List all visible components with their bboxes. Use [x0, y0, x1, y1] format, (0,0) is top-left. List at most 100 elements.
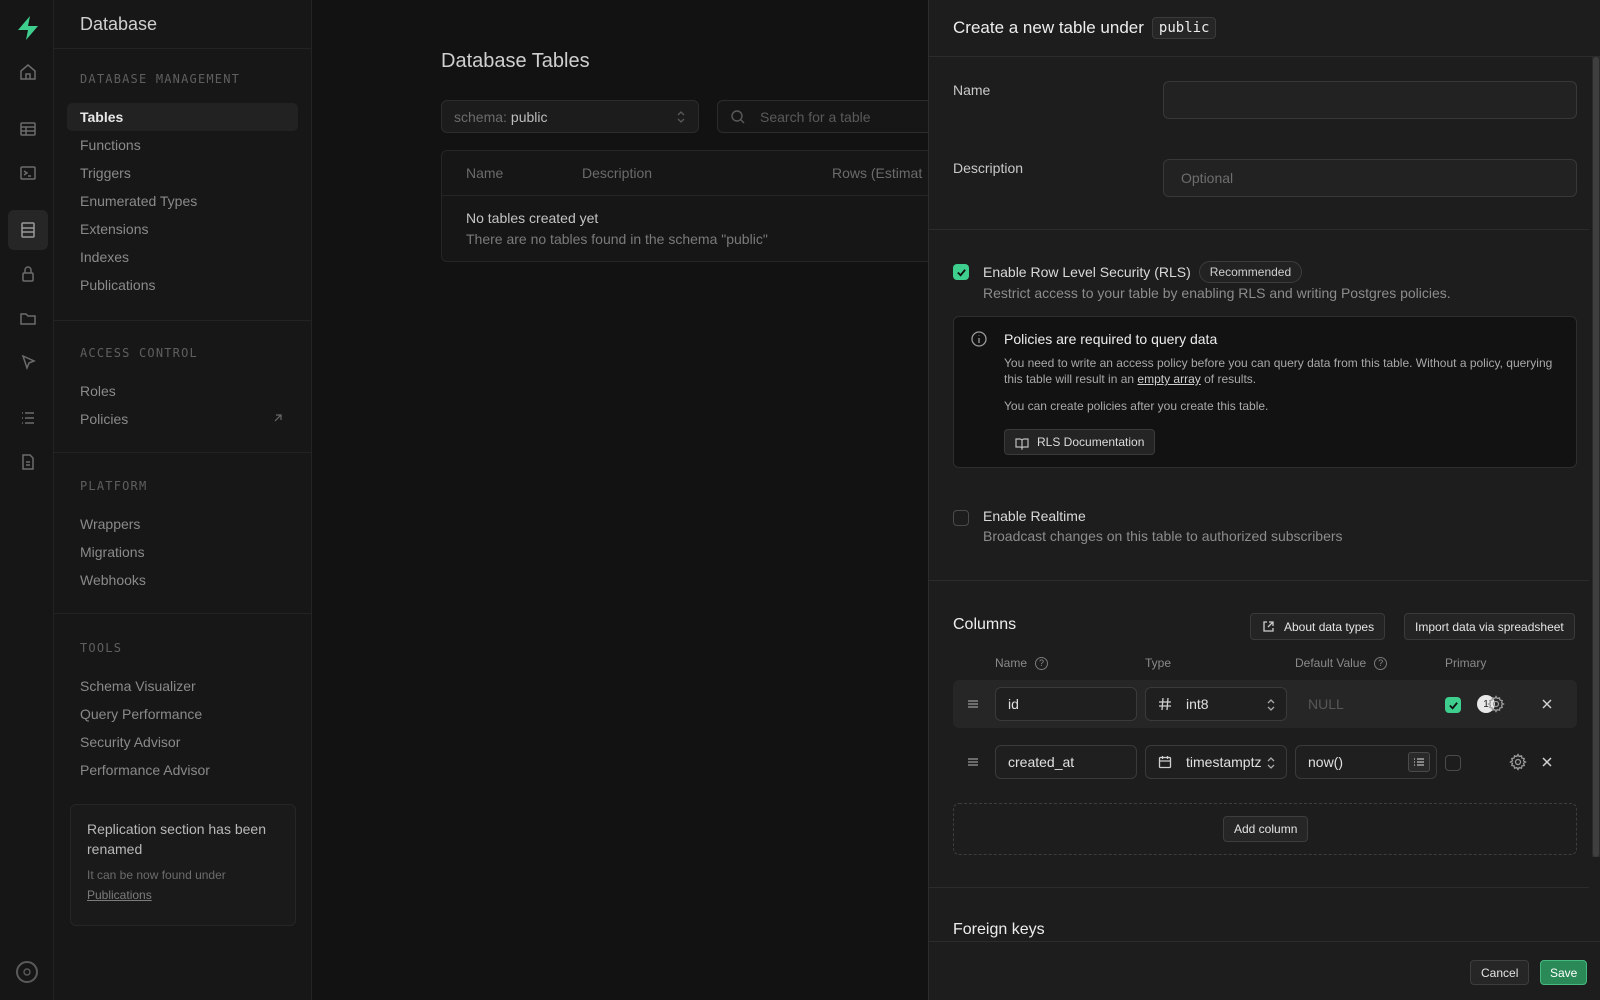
- import-spreadsheet-button[interactable]: Import data via spreadsheet: [1404, 613, 1575, 640]
- gear-icon[interactable]: [1487, 695, 1505, 713]
- sql-editor-icon[interactable]: [8, 153, 48, 193]
- primary-key-checkbox[interactable]: [1445, 697, 1461, 713]
- database-sidebar: Database DATABASE MANAGEMENT Tables Func…: [54, 0, 312, 1000]
- table-description-input[interactable]: Optional: [1163, 159, 1577, 197]
- column-type-select[interactable]: int8: [1145, 687, 1287, 721]
- reports-icon[interactable]: [8, 442, 48, 482]
- panel-header: Create a new table under public: [929, 0, 1600, 57]
- panel-title: Create a new table under: [953, 18, 1144, 37]
- sidebar-item-migrations[interactable]: Migrations: [67, 538, 298, 566]
- about-data-types-button[interactable]: About data types: [1250, 613, 1386, 640]
- divider: [54, 613, 311, 614]
- sidebar-section-tools: TOOLS Schema Visualizer Query Performanc…: [54, 641, 311, 784]
- column-header-name: Name: [466, 165, 504, 181]
- sidebar-item-wrappers[interactable]: Wrappers: [67, 510, 298, 538]
- column-row: id int8 NULL 1: [953, 680, 1577, 728]
- hash-icon: [1159, 697, 1171, 711]
- recommended-badge: Recommended: [1198, 261, 1303, 283]
- empty-array-link[interactable]: empty array: [1137, 372, 1200, 386]
- sidebar-item-roles[interactable]: Roles: [67, 377, 298, 405]
- auth-lock-icon[interactable]: [8, 254, 48, 294]
- sidebar-item-schema-visualizer[interactable]: Schema Visualizer: [67, 672, 298, 700]
- chevron-up-down-icon: [677, 111, 685, 123]
- col-header-type: Type: [1145, 656, 1172, 670]
- storage-icon[interactable]: [8, 298, 48, 338]
- table-editor-icon[interactable]: [8, 109, 48, 149]
- col-header-name: Name?: [995, 656, 1049, 670]
- sidebar-item-policies[interactable]: Policies: [67, 405, 298, 433]
- supabase-logo-icon[interactable]: [16, 15, 40, 41]
- sidebar-item-publications[interactable]: Publications: [67, 271, 298, 299]
- chevron-up-down-icon: [1267, 757, 1275, 769]
- sidebar-item-extensions[interactable]: Extensions: [67, 215, 298, 243]
- remove-column-icon[interactable]: [1540, 697, 1554, 711]
- drag-handle-icon[interactable]: [966, 697, 980, 711]
- rls-checkbox[interactable]: [953, 264, 969, 280]
- sidebar-item-indexes[interactable]: Indexes: [67, 243, 298, 271]
- rls-documentation-button[interactable]: RLS Documentation: [1004, 429, 1156, 455]
- sidebar-item-triggers[interactable]: Triggers: [67, 159, 298, 187]
- gear-icon[interactable]: [1509, 753, 1527, 771]
- home-icon[interactable]: [8, 52, 48, 92]
- cancel-button[interactable]: Cancel: [1470, 960, 1530, 985]
- sidebar-item-query-performance[interactable]: Query Performance: [67, 700, 298, 728]
- primary-key-checkbox[interactable]: [1445, 755, 1461, 771]
- panel-scrollbar[interactable]: [1592, 57, 1600, 857]
- schema-chip: public: [1151, 17, 1217, 39]
- name-label: Name: [953, 82, 991, 98]
- divider: [54, 320, 311, 321]
- scrollbar-thumb[interactable]: [1593, 57, 1599, 857]
- remove-column-icon[interactable]: [1540, 755, 1554, 769]
- sidebar-item-functions[interactable]: Functions: [67, 131, 298, 159]
- save-button[interactable]: Save: [1540, 960, 1588, 985]
- help-icon[interactable]: ?: [1374, 656, 1388, 670]
- tables-list: Name Description Rows (Estimat No tables…: [441, 150, 961, 262]
- rls-description: Restrict access to your table by enablin…: [983, 285, 1451, 301]
- chevron-up-down-icon: [1267, 699, 1275, 711]
- drag-handle-icon[interactable]: [966, 755, 980, 769]
- sidebar-title: Database: [54, 0, 311, 49]
- replication-notice: Replication section has been renamed It …: [70, 804, 296, 926]
- create-table-panel: Create a new table under public Name Des…: [928, 0, 1600, 1000]
- default-suggestions-button[interactable]: [1408, 752, 1430, 772]
- divider: [54, 452, 311, 453]
- sidebar-item-enumerated-types[interactable]: Enumerated Types: [67, 187, 298, 215]
- sidebar-item-tables[interactable]: Tables: [67, 103, 298, 131]
- column-default-input[interactable]: now(): [1295, 745, 1437, 779]
- notice-title: Replication section has been renamed: [87, 821, 267, 857]
- section-title: TOOLS: [80, 641, 123, 655]
- realtime-checkbox[interactable]: [953, 510, 969, 526]
- column-type-select[interactable]: timestamptz: [1145, 745, 1287, 779]
- column-name-input[interactable]: id: [995, 687, 1137, 721]
- foreign-keys-title: Foreign keys: [953, 921, 1045, 938]
- section-title: DATABASE MANAGEMENT: [80, 72, 241, 86]
- policies-alert: Policies are required to query data You …: [953, 316, 1577, 468]
- column-name-input[interactable]: created_at: [995, 745, 1137, 779]
- column-default-input[interactable]: NULL: [1295, 687, 1437, 721]
- publications-link[interactable]: Publications: [87, 888, 152, 902]
- section-title: PLATFORM: [80, 479, 148, 493]
- info-icon: [971, 331, 987, 347]
- table-name-input[interactable]: [1163, 81, 1577, 119]
- logs-icon[interactable]: [8, 398, 48, 438]
- search-icon: [731, 110, 745, 124]
- external-link-icon: [274, 414, 282, 422]
- user-avatar[interactable]: [16, 961, 38, 983]
- add-column-area: Add column: [953, 803, 1577, 855]
- check-icon: [956, 268, 966, 277]
- sidebar-section-platform: PLATFORM Wrappers Migrations Webhooks: [54, 479, 311, 594]
- help-icon[interactable]: ?: [1035, 656, 1049, 670]
- database-icon[interactable]: [8, 210, 48, 250]
- calendar-icon: [1158, 756, 1172, 769]
- sidebar-item-webhooks[interactable]: Webhooks: [67, 566, 298, 594]
- add-column-button[interactable]: Add column: [1223, 816, 1309, 842]
- sidebar-item-security-advisor[interactable]: Security Advisor: [67, 728, 298, 756]
- sidebar-item-performance-advisor[interactable]: Performance Advisor: [67, 756, 298, 784]
- col-header-primary: Primary: [1445, 656, 1487, 670]
- alert-body: You need to write an access policy befor…: [1004, 356, 1553, 386]
- edge-functions-icon[interactable]: [8, 342, 48, 382]
- schema-selector[interactable]: schema: public: [441, 100, 699, 133]
- check-icon: [1448, 701, 1458, 710]
- external-link-icon: [1263, 621, 1274, 632]
- list-icon: [1414, 758, 1424, 766]
